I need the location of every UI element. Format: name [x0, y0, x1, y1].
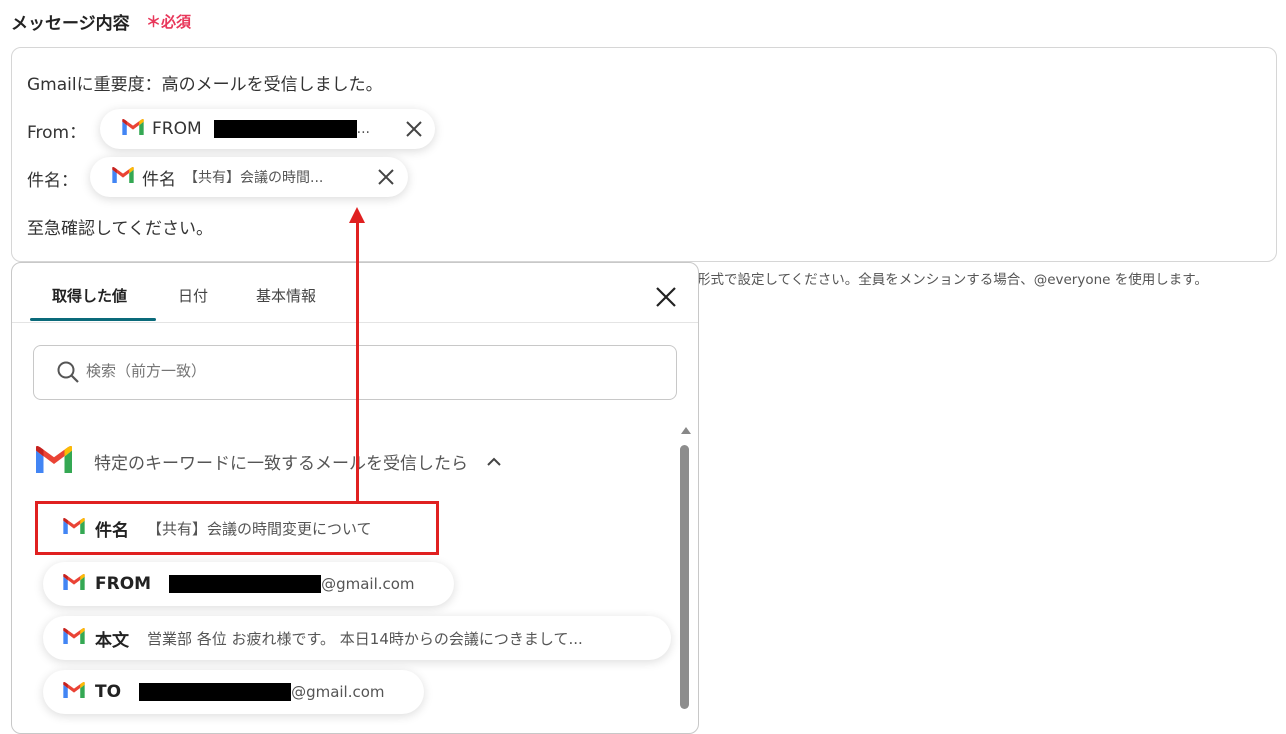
- message-line-1: Gmailに重要度：高のメールを受信しました。: [27, 75, 383, 95]
- annotation-arrow: [356, 222, 359, 501]
- redacted-email: [169, 575, 322, 593]
- subject-chip-name: 件名: [142, 169, 176, 190]
- variable-picker-panel: 取得した値 日付 基本情報 特定のキーワードに一致するメールを受信したら 件名 …: [11, 262, 699, 734]
- annotation-highlight: [35, 501, 439, 555]
- gmail-icon: [122, 119, 144, 139]
- required-badge: ＊必須: [146, 13, 192, 31]
- gmail-icon: [112, 167, 134, 187]
- remove-subject-chip-icon[interactable]: [375, 166, 397, 188]
- item-value: @gmail.com: [291, 683, 385, 701]
- item-name: TO: [95, 682, 122, 702]
- field-hint: 形式で設定してください。全員をメンションする場合、@everyone を使用しま…: [697, 272, 1208, 288]
- from-chip-ellipsis: ...: [356, 121, 370, 137]
- item-value: @gmail.com: [321, 575, 415, 593]
- close-icon[interactable]: [654, 285, 678, 309]
- item-name: FROM: [95, 574, 152, 594]
- field-label: メッセージ内容: [11, 14, 130, 34]
- annotation-arrow-head: [349, 207, 365, 223]
- message-line-4: 至急確認してください。: [27, 219, 213, 239]
- tab-date[interactable]: 日付: [178, 285, 208, 306]
- gmail-icon: [63, 682, 85, 702]
- tab-acquired-values[interactable]: 取得した値: [52, 285, 127, 306]
- list-item[interactable]: TO @gmail.com: [43, 670, 424, 714]
- search-box[interactable]: [33, 345, 677, 400]
- gmail-icon: [63, 628, 85, 648]
- trigger-group-header[interactable]: 特定のキーワードに一致するメールを受信したら: [36, 446, 502, 477]
- item-name: 本文: [95, 630, 129, 651]
- list-item[interactable]: FROM @gmail.com: [43, 562, 454, 606]
- list-item[interactable]: 本文 営業部 各位 お疲れ様です。 本日14時からの会議につきまして...: [43, 616, 671, 660]
- group-title: 特定のキーワードに一致するメールを受信したら: [94, 454, 468, 474]
- subject-chip-value: 【共有】会議の時間...: [184, 170, 324, 186]
- tab-basic-info[interactable]: 基本情報: [256, 285, 316, 306]
- gmail-icon: [36, 446, 72, 477]
- subject-label: 件名：: [27, 171, 78, 191]
- chevron-up-icon[interactable]: [486, 452, 502, 471]
- redacted-email: [139, 683, 292, 701]
- redacted-email: [213, 120, 357, 138]
- search-icon: [56, 360, 80, 388]
- scrollbar[interactable]: [678, 427, 692, 717]
- from-variable-chip[interactable]: FROM ...: [100, 109, 435, 149]
- active-tab-indicator: [30, 318, 156, 321]
- item-value: 営業部 各位 お疲れ様です。 本日14時からの会議につきまして...: [147, 629, 583, 648]
- search-input[interactable]: [86, 362, 646, 380]
- from-label: From：: [27, 123, 87, 143]
- message-editor[interactable]: Gmailに重要度：高のメールを受信しました。 From： 件名： 至急確認して…: [11, 47, 1277, 262]
- remove-from-chip-icon[interactable]: [403, 118, 425, 140]
- gmail-icon: [63, 574, 85, 594]
- tab-divider: [12, 322, 698, 323]
- scroll-thumb[interactable]: [680, 445, 689, 709]
- scroll-up-icon[interactable]: [681, 427, 691, 434]
- subject-variable-chip[interactable]: 件名 【共有】会議の時間...: [90, 157, 408, 197]
- from-chip-name: FROM: [152, 119, 202, 139]
